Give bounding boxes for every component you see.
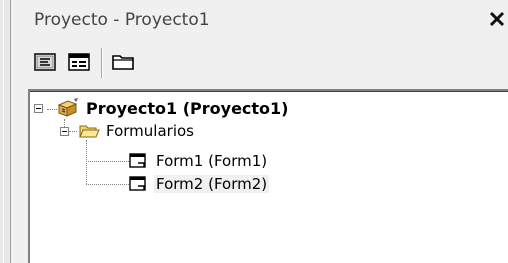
tree-node-project[interactable]: Proyecto1 (Proyecto1) (56, 97, 291, 119)
project-icon (57, 98, 78, 117)
tree-node-label: Proyecto1 (Proyecto1) (86, 98, 289, 118)
view-object-icon (68, 53, 90, 71)
tree-node-label: Form2 (Form2) (154, 175, 270, 193)
tree-node-label: Formularios (106, 122, 194, 140)
toggle-folders-icon (112, 55, 134, 70)
view-code-icon (34, 53, 56, 71)
tree-node-label: Form1 (Form1) (156, 152, 268, 170)
project-tree[interactable]: Proyecto1 (Proyecto1) Formularios Form1 … (28, 89, 508, 263)
form-icon (129, 153, 146, 168)
toolbar (28, 46, 508, 82)
tree-node-formularios[interactable]: Formularios (78, 120, 196, 142)
view-object-button[interactable] (66, 49, 92, 75)
form-icon (129, 176, 146, 191)
tree-connector (69, 131, 77, 133)
window-left-border (0, 0, 11, 263)
view-code-button[interactable] (32, 49, 58, 75)
folder-open-icon (79, 125, 100, 138)
title-bar[interactable]: Proyecto - Proyecto1 (28, 0, 508, 38)
tree-node-form1[interactable]: Form1 (Form1) (128, 150, 269, 172)
collapse-root-icon[interactable] (34, 104, 43, 113)
close-icon[interactable] (486, 8, 508, 30)
toggle-folders-button[interactable] (110, 49, 136, 75)
collapse-folder-icon[interactable] (60, 127, 69, 136)
window-title: Proyecto - Proyecto1 (34, 10, 210, 30)
project-explorer-window: Proyecto - Proyecto1 Proyecto1 (Proyecto… (0, 0, 508, 263)
toolbar-separator (101, 48, 103, 78)
tree-connector (86, 161, 131, 163)
tree-connector (86, 184, 131, 186)
tree-node-form2[interactable]: Form2 (Form2) (128, 173, 270, 195)
